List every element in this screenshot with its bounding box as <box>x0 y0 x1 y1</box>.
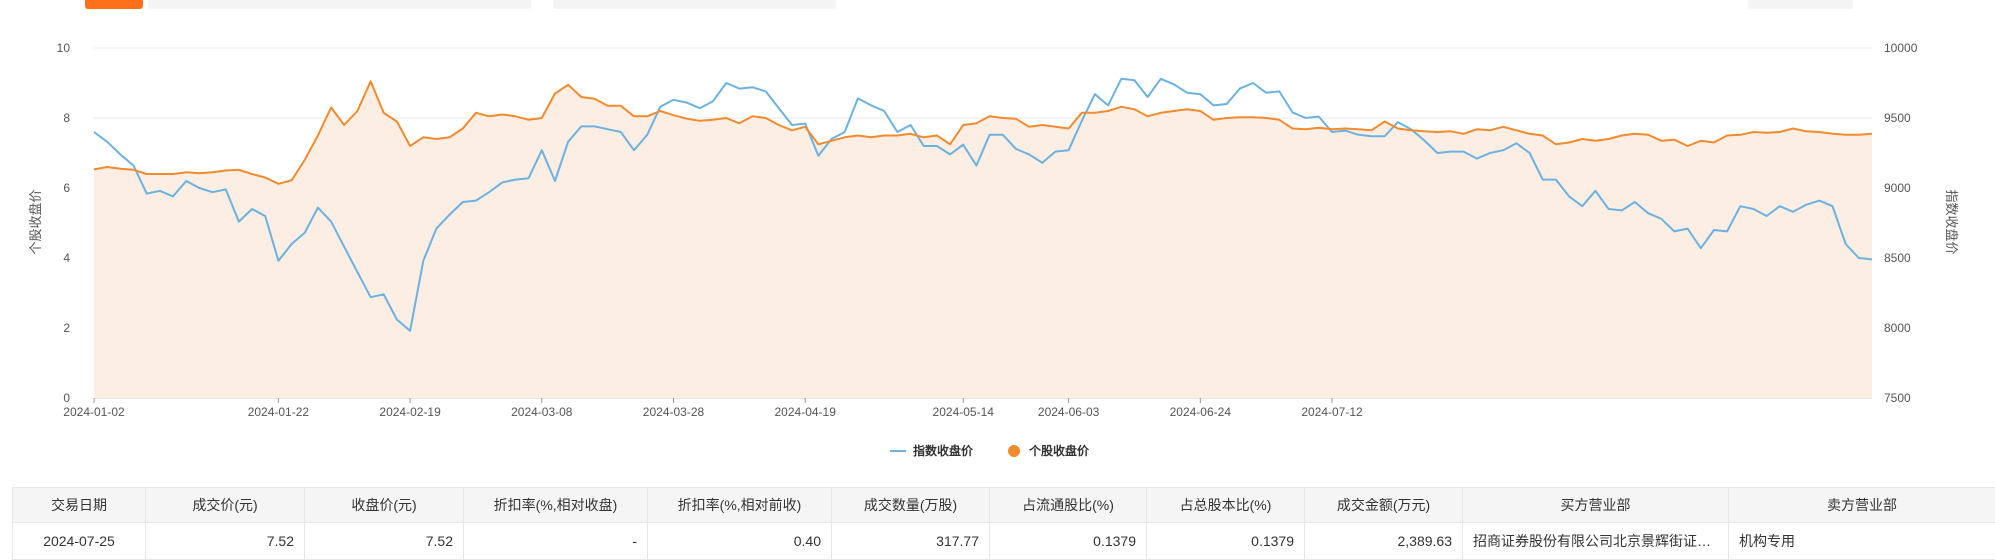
col-header-volume[interactable]: 成交数量(万股) <box>831 487 990 523</box>
cell-close-price: 7.52 <box>304 522 464 560</box>
table-header-row: 交易日期 成交价(元) 收盘价(元) 折扣率(%,相对收盘) 折扣率(%,相对前… <box>12 487 1995 523</box>
legend-index-label: 指数收盘价 <box>913 443 974 458</box>
cell-discount-prev: 0.40 <box>647 522 832 560</box>
y-right-tick-label: 8000 <box>1884 321 1911 335</box>
legend-stock-label: 个股收盘价 <box>1028 443 1090 458</box>
left-axis-title: 个股收盘价 <box>28 189 43 254</box>
x-tick-label: 2024-06-24 <box>1170 405 1232 419</box>
cell-total-ratio: 0.1379 <box>1146 522 1305 560</box>
x-tick-label: 2024-01-02 <box>63 405 125 419</box>
col-header-seller[interactable]: 卖方营业部 <box>1728 487 1995 523</box>
active-tab-indicator[interactable] <box>85 0 143 9</box>
col-header-date[interactable]: 交易日期 <box>12 487 146 523</box>
col-header-deal-price[interactable]: 成交价(元) <box>145 487 305 523</box>
line-chart: 0 2 4 6 8 10 7500 8000 8500 9000 9500 10000 2024-01-… <box>0 12 1995 472</box>
cell-deal-price: 7.52 <box>145 522 305 560</box>
y-right-tick-label: 7500 <box>1884 391 1911 405</box>
y-left-tick-label: 2 <box>63 321 70 335</box>
x-tick-label: 2024-04-19 <box>775 405 837 419</box>
cell-seller[interactable]: 机构专用 <box>1728 522 1995 560</box>
col-header-buyer[interactable]: 买方营业部 <box>1462 487 1729 523</box>
x-tick-label: 2024-07-12 <box>1301 405 1363 419</box>
x-tick-label: 2024-02-19 <box>379 405 441 419</box>
cell-volume: 317.77 <box>831 522 990 560</box>
cell-float-ratio: 0.1379 <box>989 522 1147 560</box>
right-axis-title: 指数收盘价 <box>1944 189 1959 254</box>
y-left-tick-label: 8 <box>63 111 70 125</box>
col-header-float-ratio[interactable]: 占流通股比(%) <box>989 487 1147 523</box>
cell-buyer[interactable]: 招商证券股份有限公司北京景辉街证券营业部 <box>1462 522 1729 560</box>
cell-amount: 2,389.63 <box>1304 522 1463 560</box>
x-tick-label: 2024-05-14 <box>933 405 995 419</box>
filter-box-1[interactable] <box>148 0 531 9</box>
col-header-total-ratio[interactable]: 占总股本比(%) <box>1146 487 1305 523</box>
y-left-tick-label: 10 <box>57 41 71 55</box>
legend-stock-marker <box>1008 445 1020 457</box>
cell-date: 2024-07-25 <box>12 522 146 560</box>
col-header-amount[interactable]: 成交金额(万元) <box>1304 487 1463 523</box>
y-right-tick-label: 10000 <box>1884 41 1918 55</box>
top-controls <box>0 0 1995 12</box>
filter-box-3[interactable] <box>1748 0 1853 9</box>
col-header-close-price[interactable]: 收盘价(元) <box>304 487 464 523</box>
y-right-tick-label: 9000 <box>1884 181 1911 195</box>
stock-area-fill <box>94 81 1872 399</box>
y-left-tick-label: 4 <box>63 251 70 265</box>
col-header-discount-close[interactable]: 折扣率(%,相对收盘) <box>463 487 648 523</box>
table-row: 2024-07-25 7.52 7.52 - 0.40 317.77 0.137… <box>12 522 1995 560</box>
x-tick-label: 2024-03-28 <box>643 405 705 419</box>
x-tick-label: 2024-01-22 <box>248 405 310 419</box>
legend-item-index[interactable]: 指数收盘价 <box>890 443 974 458</box>
chart-svg: 0 2 4 6 8 10 7500 8000 8500 9000 9500 10000 2024-01-… <box>28 41 1959 458</box>
block-trade-table: 交易日期 成交价(元) 收盘价(元) 折扣率(%,相对收盘) 折扣率(%,相对前… <box>12 487 1995 560</box>
y-left-tick-label: 6 <box>63 181 70 195</box>
col-header-discount-prev[interactable]: 折扣率(%,相对前收) <box>647 487 832 523</box>
x-tick-label: 2024-06-03 <box>1038 405 1100 419</box>
cell-discount-close: - <box>463 522 648 560</box>
filter-box-2[interactable] <box>553 0 836 9</box>
y-right-tick-label: 8500 <box>1884 251 1911 265</box>
legend: 指数收盘价 个股收盘价 <box>890 443 1090 458</box>
legend-item-stock[interactable]: 个股收盘价 <box>1008 443 1090 458</box>
y-right-tick-label: 9500 <box>1884 111 1911 125</box>
x-tick-label: 2024-03-08 <box>511 405 573 419</box>
y-left-tick-label: 0 <box>63 391 70 405</box>
